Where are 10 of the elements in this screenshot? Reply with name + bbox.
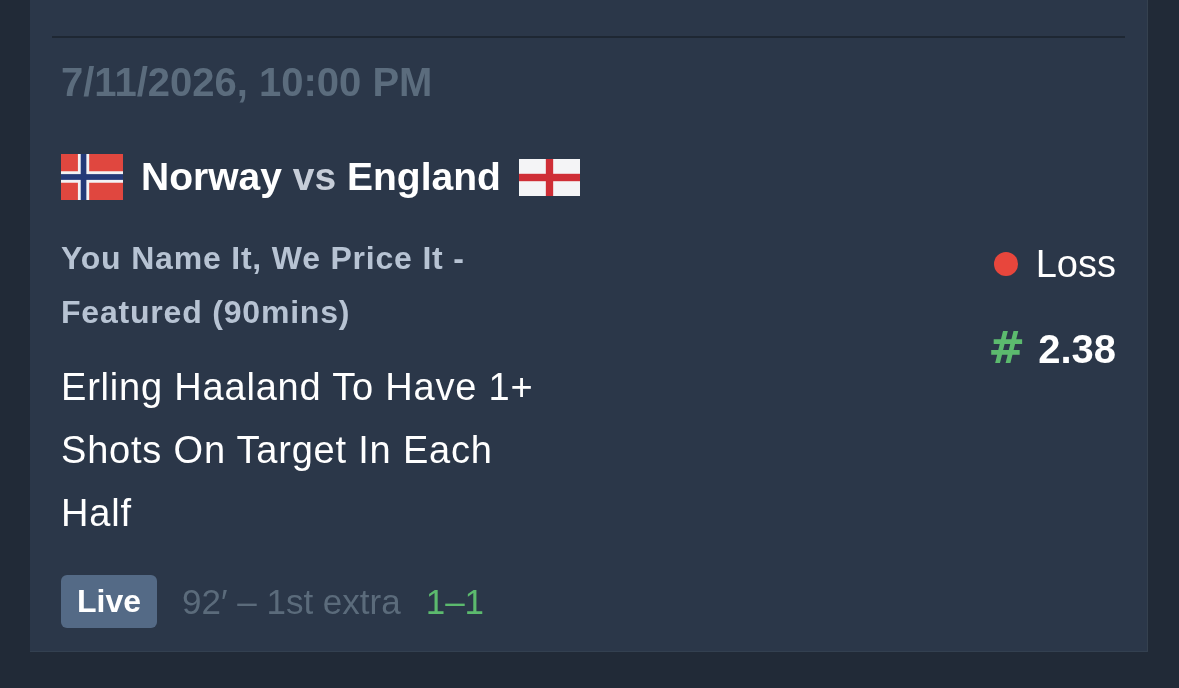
- norway-flag-icon: [61, 154, 123, 200]
- score-text: 1–1: [425, 580, 485, 623]
- live-badge: Live: [61, 575, 158, 628]
- odds-value: 2.38: [1038, 326, 1116, 373]
- match-title: Norway vs England: [141, 154, 501, 200]
- selection-text: Erling Haaland To Have 1+ Shots On Target In Each Half: [61, 365, 535, 536]
- market-name: You Name It, We Price It - Featured (90mins): [61, 239, 466, 332]
- hash-icon: #: [988, 324, 1026, 372]
- result-label: Loss: [1035, 242, 1116, 287]
- england-flag-icon: [518, 158, 580, 196]
